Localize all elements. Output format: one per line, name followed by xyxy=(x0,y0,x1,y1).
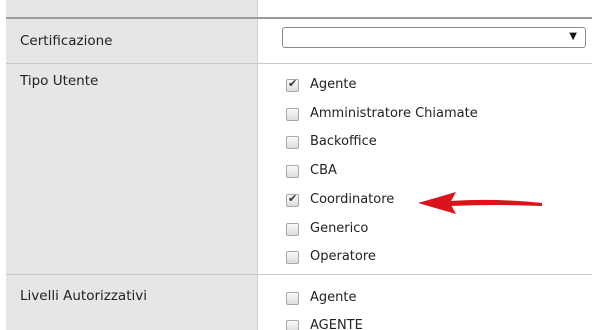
tipo-utente-label: Tipo Utente xyxy=(20,73,99,89)
tipo-utente-row: Tipo Utente ✔ Agente Amministratore Chia… xyxy=(6,64,592,274)
livelli-autorizzativi-row: Livelli Autorizzativi Agente AGENTE xyxy=(6,275,592,330)
top-partial-value-cell xyxy=(258,0,592,18)
checkbox-label: Agente xyxy=(310,77,357,92)
checkbox-label: Amministratore Chiamate xyxy=(310,106,478,121)
checkbox[interactable]: ✔ xyxy=(286,77,299,92)
checkbox[interactable] xyxy=(286,108,299,121)
arrow-shaft xyxy=(450,199,542,206)
tipo-utente-label-cell: Tipo Utente xyxy=(6,64,258,274)
certificazione-row: Certificazione ▼ xyxy=(6,19,592,63)
livelli-autorizzativi-label-cell: Livelli Autorizzativi xyxy=(6,275,258,330)
certificazione-label: Certificazione xyxy=(20,33,113,49)
checkmark-icon: ✔ xyxy=(288,77,298,90)
tipo-utente-value-cell: ✔ Agente Amministratore Chiamate Backoff… xyxy=(258,64,592,274)
certificazione-select[interactable]: ▼ xyxy=(282,27,586,48)
checkbox[interactable] xyxy=(286,320,299,330)
checkbox[interactable] xyxy=(286,251,299,264)
checkbox[interactable] xyxy=(286,292,299,305)
checkbox-label: Operatore xyxy=(310,249,376,264)
checkbox-label: CBA xyxy=(310,163,337,178)
top-partial-label-cell xyxy=(6,0,258,18)
checkbox[interactable] xyxy=(286,223,299,236)
checkbox[interactable] xyxy=(286,136,299,149)
checkbox-label: Generico xyxy=(310,221,369,236)
livelli-autorizzativi-label: Livelli Autorizzativi xyxy=(20,288,147,304)
checkbox-label: Agente xyxy=(310,290,357,305)
chevron-down-icon[interactable]: ▼ xyxy=(569,31,577,42)
checkbox[interactable] xyxy=(286,165,299,178)
checkmark-icon: ✔ xyxy=(288,192,298,205)
user-form-table: Certificazione ▼ Tipo Utente ✔ Agente Am… xyxy=(6,0,592,330)
livelli-autorizzativi-value-cell: Agente AGENTE xyxy=(258,275,592,330)
checkbox-label: Coordinatore xyxy=(310,192,395,207)
certificazione-value-cell: ▼ xyxy=(258,19,592,63)
red-arrow-annotation xyxy=(418,192,542,214)
top-partial-row xyxy=(6,0,592,18)
checkbox[interactable]: ✔ xyxy=(286,192,299,207)
checkbox-label: Backoffice xyxy=(310,134,377,149)
checkbox-label: AGENTE xyxy=(310,318,363,330)
certificazione-label-cell: Certificazione xyxy=(6,19,258,63)
